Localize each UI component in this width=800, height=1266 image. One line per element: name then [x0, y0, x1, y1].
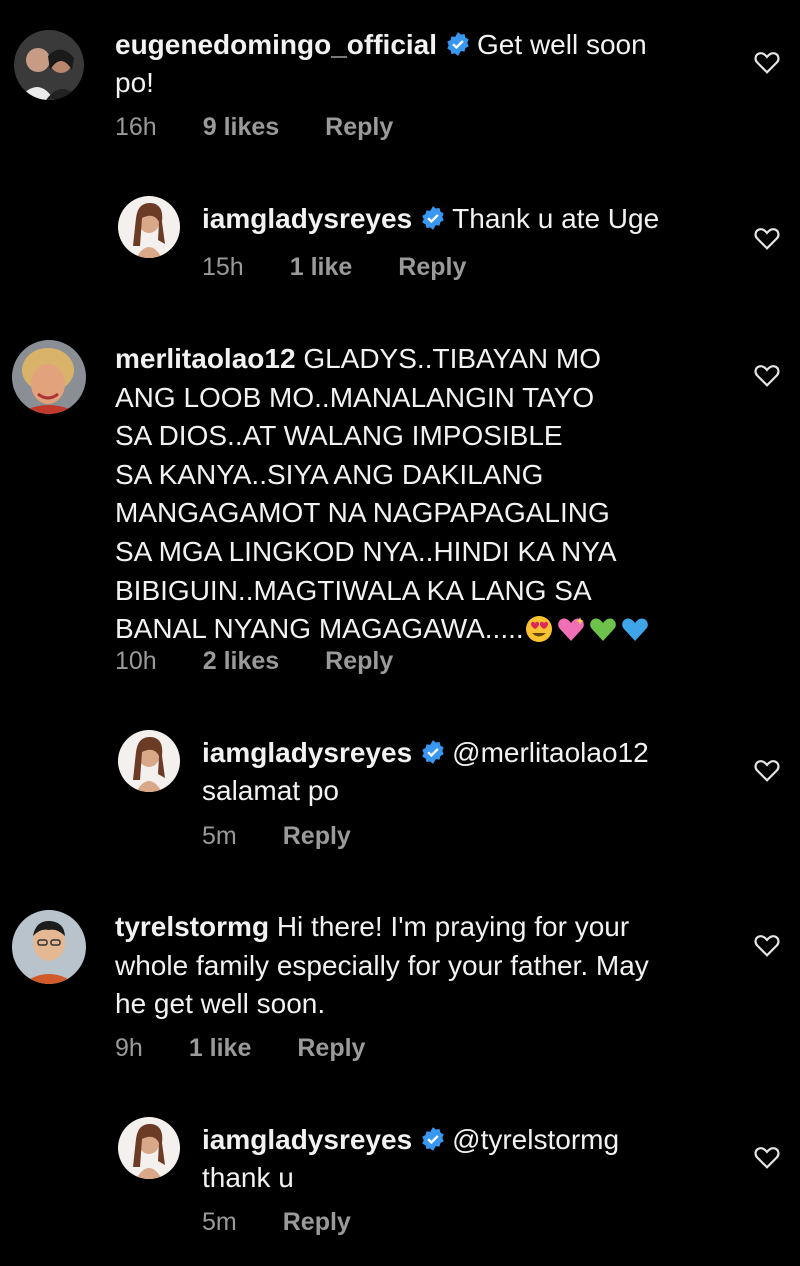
comment-text: MANGAGAMOT NA NAGPAPAGALING	[115, 497, 610, 529]
comment-text: BIBIGUIN..MAGTIWALA KA LANG SA	[115, 574, 592, 606]
comment-body: iamgladysreyes @tyrelstormg thank u	[202, 1121, 742, 1197]
mention-link[interactable]: @tyrelstormg	[452, 1124, 619, 1155]
comment-text: Thank u ate Uge	[452, 203, 660, 234]
green-heart-emoji	[588, 614, 618, 644]
comment-meta: 9h 1 like Reply	[115, 1034, 411, 1063]
verified-badge-icon	[445, 31, 471, 57]
comment-text: whole family especially for your father.…	[115, 949, 649, 981]
comment-text: Hi there! I'm praying for your	[276, 911, 630, 942]
comment-body: tyrelstormg Hi there! I'm praying for yo…	[115, 908, 755, 1024]
heart-eyes-emoji	[524, 614, 554, 644]
like-heart-icon[interactable]	[754, 933, 780, 957]
reply-button[interactable]: Reply	[325, 113, 393, 141]
likes-count[interactable]: 9 likes	[203, 113, 279, 141]
comment-body: iamgladysreyes @merlitaolao12 salamat po	[202, 734, 742, 810]
avatar[interactable]	[118, 1117, 180, 1179]
comment-meta: 15h 1 like Reply	[202, 253, 512, 282]
likes-count[interactable]: 1 like	[290, 253, 353, 281]
like-heart-icon[interactable]	[754, 1145, 780, 1169]
avatar[interactable]	[12, 340, 86, 414]
verified-badge-icon	[420, 1126, 446, 1152]
timestamp: 9h	[115, 1034, 143, 1062]
blue-heart-emoji	[620, 614, 650, 644]
like-heart-icon[interactable]	[754, 226, 780, 250]
comment-meta: 5m Reply	[202, 1208, 397, 1237]
verified-badge-icon	[420, 205, 446, 231]
avatar[interactable]	[14, 30, 84, 100]
reply-button[interactable]: Reply	[398, 253, 466, 281]
timestamp: 10h	[115, 647, 157, 675]
comment-text: salamat po	[202, 775, 339, 806]
comment-body: iamgladysreyes Thank u ate Uge	[202, 200, 722, 238]
comment-text: SA MGA LINGKOD NYA..HINDI KA NYA	[115, 535, 617, 567]
username[interactable]: merlitaolao12	[115, 343, 296, 374]
comment-body: merlitaolao12 GLADYS..TIBAYAN MO ANG LOO…	[115, 340, 735, 649]
comment-text: he get well soon.	[115, 988, 326, 1019]
verified-badge-icon	[420, 739, 446, 765]
comment-text: ANG LOOB MO..MANALANGIN TAYO	[115, 381, 595, 413]
comment-text: GLADYS..TIBAYAN MO	[303, 343, 602, 374]
comment-text: thank u	[202, 1162, 294, 1193]
comment-meta: 5m Reply	[202, 822, 397, 851]
username[interactable]: eugenedomingo_official	[115, 29, 437, 60]
like-heart-icon[interactable]	[754, 50, 780, 74]
reply-button[interactable]: Reply	[283, 1208, 351, 1236]
comment-text: Get well soon	[477, 29, 647, 60]
username[interactable]: iamgladysreyes	[202, 737, 412, 768]
comment-text: SA KANYA..SIYA ANG DAKILANG	[115, 458, 544, 490]
sparkling-heart-emoji	[556, 614, 586, 644]
likes-count[interactable]: 2 likes	[203, 647, 279, 675]
username[interactable]: iamgladysreyes	[202, 1124, 412, 1155]
comment-text: po!	[115, 67, 154, 98]
comment-meta: 16h 9 likes Reply	[115, 113, 439, 142]
comment-body: eugenedomingo_official Get well soon po!	[115, 26, 715, 102]
like-heart-icon[interactable]	[754, 758, 780, 782]
username[interactable]: tyrelstormg	[115, 911, 269, 942]
comment-text: SA DIOS..AT WALANG IMPOSIBLE	[115, 420, 563, 452]
comment-meta: 10h 2 likes Reply	[115, 647, 439, 676]
timestamp: 15h	[202, 253, 244, 281]
like-heart-icon[interactable]	[754, 363, 780, 387]
avatar[interactable]	[118, 730, 180, 792]
mention-link[interactable]: @merlitaolao12	[452, 737, 649, 768]
timestamp: 16h	[115, 113, 157, 141]
username[interactable]: iamgladysreyes	[202, 203, 412, 234]
comment-text: BANAL NYANG MAGAGAWA.....	[115, 613, 524, 645]
reply-button[interactable]: Reply	[283, 822, 351, 850]
timestamp: 5m	[202, 1208, 237, 1236]
likes-count[interactable]: 1 like	[189, 1034, 252, 1062]
avatar[interactable]	[12, 910, 86, 984]
reply-button[interactable]: Reply	[325, 647, 393, 675]
reply-button[interactable]: Reply	[297, 1034, 365, 1062]
timestamp: 5m	[202, 822, 237, 850]
avatar[interactable]	[118, 196, 180, 258]
